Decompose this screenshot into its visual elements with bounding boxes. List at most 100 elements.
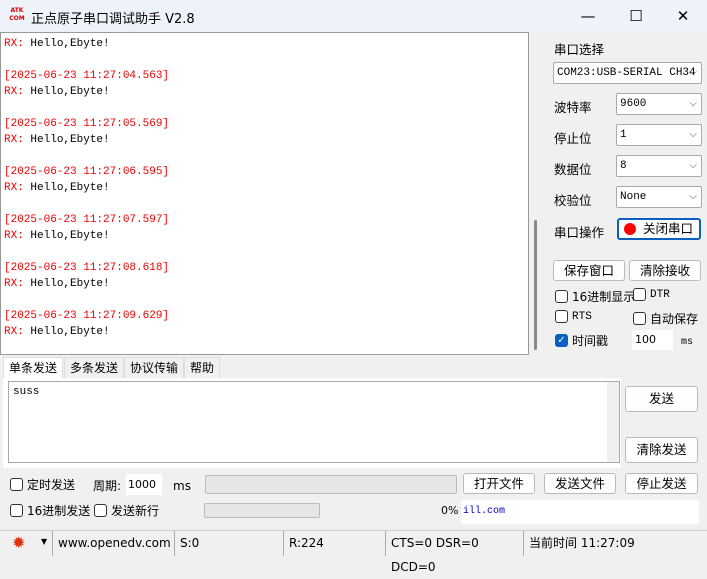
stop-bits-select[interactable]: 1 ⌵ (616, 124, 702, 146)
rx-prefix: RX: (4, 278, 24, 290)
rts-label: RTS (572, 310, 592, 323)
website-link[interactable]: www.openedv.com (52, 531, 172, 556)
status-bar: ✹ ▼ www.openedv.com S:0 R:224 CTS=0 DSR=… (0, 530, 707, 574)
rx-text: Hello,Ebyte! (23, 230, 110, 242)
log-line: RX: Hello,Ebyte! (4, 228, 525, 244)
stop-bits-label: 停止位 (554, 131, 592, 146)
rx-text: Hello,Ebyte! (23, 134, 110, 146)
log-line: RX: Hello,Ebyte! (4, 132, 525, 148)
log-line: RX: Hello,Ebyte! (4, 324, 525, 340)
baud-select[interactable]: 9600 ⌵ (616, 93, 702, 115)
ad-link[interactable]: ill.com (461, 500, 699, 524)
send-input[interactable]: suss (8, 381, 620, 463)
scrollbar-thumb[interactable] (534, 220, 537, 350)
clear-send-button[interactable]: 清除发送 (625, 437, 698, 463)
rx-prefix: RX: (4, 86, 24, 98)
parity-label: 校验位 (554, 193, 592, 208)
data-bits-select[interactable]: 8 ⌵ (616, 155, 702, 177)
maximize-button[interactable]: ☐ (626, 6, 646, 26)
period-input[interactable]: 1000 (126, 474, 162, 495)
rts-checkbox[interactable]: RTS (555, 310, 592, 323)
close-button[interactable]: ✕ (673, 6, 693, 26)
timestamp-label: 时间戳 (572, 334, 609, 348)
send-scrollbar[interactable] (607, 382, 619, 462)
save-window-button[interactable]: 保存窗口 (553, 260, 625, 281)
clear-receive-button[interactable]: 清除接收 (629, 260, 701, 281)
receive-area[interactable]: RX: Hello,Ebyte! [2025-06-23 11:27:04.56… (0, 32, 529, 355)
tab-multi-send[interactable]: 多条发送 (64, 357, 125, 378)
log-line: RX: Hello,Ebyte! (4, 84, 525, 100)
rx-text: Hello,Ebyte! (23, 278, 110, 290)
file-progress-percent: 0% (441, 504, 459, 517)
chevron-down-icon: ⌵ (689, 98, 697, 109)
close-port-button[interactable]: 关闭串口 (617, 218, 701, 240)
log-line: RX: Hello,Ebyte! (4, 276, 525, 292)
send-newline-label: 发送新行 (111, 504, 160, 518)
baud-label: 波特率 (554, 100, 592, 115)
hex-send-checkbox[interactable]: 16进制发送 (10, 502, 90, 519)
send-file-button[interactable]: 发送文件 (544, 473, 616, 494)
port-select[interactable]: COM23:USB-SERIAL CH34 ⌵ (553, 62, 702, 84)
parity-value: None (620, 191, 647, 203)
title-bar: ATK COM 正点原子串口调试助手 V2.8 — ☐ ✕ (0, 0, 707, 31)
tab-protocol[interactable]: 协议传输 (124, 357, 185, 378)
send-button[interactable]: 发送 (625, 386, 698, 412)
hex-display-checkbox[interactable]: 16进制显示 (555, 288, 635, 305)
timed-send-label: 定时发送 (27, 478, 76, 492)
send-newline-checkbox[interactable]: 发送新行 (94, 502, 159, 519)
tab-single-send[interactable]: 单条发送 (3, 357, 64, 378)
open-file-button[interactable]: 打开文件 (463, 473, 535, 494)
log-timestamp: [2025-06-23 11:27:06.595] (4, 166, 170, 178)
log-line: RX: Hello,Ebyte! (4, 36, 525, 52)
rx-text: Hello,Ebyte! (23, 38, 110, 50)
timed-send-checkbox[interactable]: 定时发送 (10, 476, 75, 493)
baud-value: 9600 (620, 98, 647, 110)
timestamp-checkbox[interactable]: ✓ 时间戳 (555, 332, 608, 349)
dtr-label: DTR (650, 288, 670, 301)
period-ms-unit: ms (173, 479, 191, 493)
checkbox-icon (94, 504, 107, 517)
chevron-down-icon: ⌵ (689, 191, 697, 202)
sent-count: S:0 (174, 531, 282, 556)
stop-send-button[interactable]: 停止发送 (625, 473, 698, 494)
checkbox-icon (633, 288, 646, 301)
file-progress-bar (204, 503, 320, 518)
minimize-button[interactable]: — (578, 6, 598, 26)
received-count: R:224 (283, 531, 385, 556)
dtr-checkbox[interactable]: DTR (633, 288, 670, 301)
period-label: 周期: (93, 479, 122, 493)
rx-prefix: RX: (4, 38, 24, 50)
log-timestamp: [2025-06-23 11:27:05.569] (4, 118, 170, 130)
rx-text: Hello,Ebyte! (23, 86, 110, 98)
timed-progress-bar (205, 475, 457, 494)
auto-save-checkbox[interactable]: 自动保存 (633, 310, 698, 327)
close-port-label: 关闭串口 (642, 221, 693, 236)
chevron-down-icon: ⌵ (689, 67, 697, 78)
window-title: 正点原子串口调试助手 V2.8 (31, 12, 195, 27)
data-bits-label: 数据位 (554, 162, 592, 177)
checkbox-icon (633, 312, 646, 325)
timestamp-ms-input[interactable]: 100 (632, 330, 673, 350)
log-timestamp: [2025-06-23 11:27:08.618] (4, 262, 170, 274)
checkbox-icon (555, 310, 568, 323)
tab-help[interactable]: 帮助 (184, 357, 221, 378)
app-logo-icon: ATK COM (9, 7, 25, 22)
stop-value: 1 (620, 129, 627, 141)
checkbox-icon (10, 504, 23, 517)
settings-gear-icon[interactable]: ✹ (12, 535, 25, 551)
checkmark-icon: ✓ (555, 334, 568, 347)
log-timestamp: [2025-06-23 11:27:09.629] (4, 310, 170, 322)
parity-select[interactable]: None ⌵ (616, 186, 702, 208)
log-line: RX: Hello,Ebyte! (4, 180, 525, 196)
hex-display-label: 16进制显示 (572, 290, 636, 304)
current-time: 当前时间 11:27:09 (523, 531, 707, 556)
status-led-icon (624, 223, 636, 235)
rx-text: Hello,Ebyte! (23, 182, 110, 194)
dropdown-arrow-icon[interactable]: ▼ (41, 537, 47, 546)
receive-scrollbar[interactable] (530, 32, 544, 355)
